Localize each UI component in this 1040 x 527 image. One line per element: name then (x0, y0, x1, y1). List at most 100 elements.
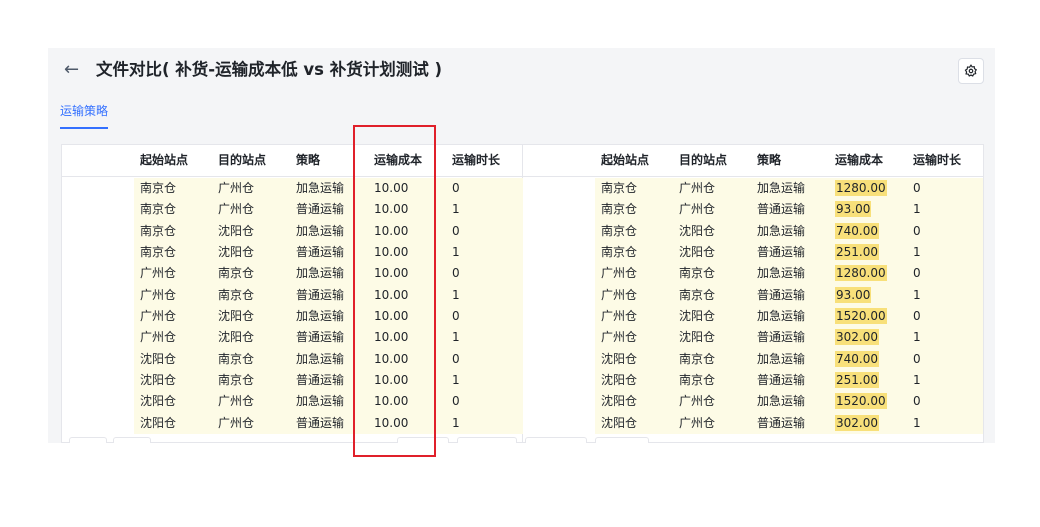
diff-highlight: 302.00 (835, 329, 879, 346)
table-cell: 沈阳仓 (218, 244, 255, 259)
table-row: 沈阳仓 广州仓 普通运输 10.00 1 (134, 413, 523, 434)
table-row: 广州仓 南京仓 加急运输 10.00 0 (134, 263, 523, 284)
footer-button[interactable] (525, 437, 587, 443)
table-cell: 沈阳仓 (140, 372, 177, 387)
table-cell: 南京仓 (218, 351, 255, 366)
table-cell: 南京仓 (679, 266, 716, 281)
table-cell: 广州仓 (601, 308, 638, 323)
table-cell: 沈阳仓 (679, 244, 716, 259)
table-row: 沈阳仓 南京仓 加急运输 740.00 0 (595, 349, 983, 370)
table-cell: 普通运输 (296, 244, 345, 259)
diff-highlight: 1520.00 (835, 393, 887, 410)
footer-button[interactable] (69, 437, 107, 443)
diff-highlight: 1280.00 (835, 180, 887, 196)
table-cell: 1 (913, 202, 921, 217)
active-tab-indicator (60, 127, 108, 129)
table-cell: 南京仓 (601, 223, 638, 238)
footer-button[interactable] (595, 437, 649, 443)
table-cell: 沈阳仓 (679, 330, 716, 345)
table-cell: 1 (452, 287, 460, 302)
table-cell: 0 (452, 181, 460, 195)
column-header: 起始站点 (140, 153, 189, 167)
table-cell: 0 (913, 308, 921, 323)
table-cell: 普通运输 (757, 415, 806, 430)
table-cell: 10.00 (374, 415, 409, 430)
table-cell: 1280.00 (835, 178, 887, 199)
settings-button[interactable] (958, 58, 984, 84)
table-row: 南京仓 沈阳仓 普通运输 10.00 1 (134, 242, 523, 263)
table-cell: 广州仓 (679, 394, 716, 409)
table-cell: 10.00 (374, 351, 409, 366)
column-header: 运输成本 (835, 153, 884, 167)
table-header: 起始站点 目的站点 策略 运输成本 运输时长 (523, 145, 983, 177)
table-cell: 沈阳仓 (601, 415, 638, 430)
table-cell: 广州仓 (140, 287, 177, 302)
table-row: 南京仓 沈阳仓 普通运输 251.00 1 (595, 242, 983, 263)
table-cell: 南京仓 (140, 244, 177, 259)
table-row: 南京仓 广州仓 加急运输 1280.00 0 (595, 178, 983, 199)
footer-button[interactable] (457, 437, 517, 443)
table-cell: 南京仓 (218, 372, 255, 387)
table-cell: 沈阳仓 (218, 223, 255, 238)
table-cell: 加急运输 (757, 181, 806, 195)
diff-highlight: 302.00 (835, 414, 879, 431)
table-cell: 加急运输 (757, 223, 806, 238)
table-cell: 1 (452, 372, 460, 387)
table-cell: 普通运输 (757, 372, 806, 387)
table-body: 南京仓 广州仓 加急运输 1280.00 0 南京仓 广州仓 普通运输 93.00 1 南京仓 沈阳仓… (595, 178, 983, 434)
table-cell: 10.00 (374, 181, 409, 195)
table-cell: 广州仓 (140, 266, 177, 281)
table-cell: 0 (452, 308, 460, 323)
table-cell: 0 (913, 181, 921, 195)
diff-highlight: 251.00 (835, 371, 879, 388)
table-cell: 1 (452, 330, 460, 345)
page-title: 文件对比( 补货-运输成本低 vs 补货计划测试 ) (96, 60, 442, 79)
table-cell: 302.00 (835, 413, 879, 434)
table-cell: 251.00 (835, 370, 879, 391)
table-cell: 沈阳仓 (140, 415, 177, 430)
table-cell: 南京仓 (601, 181, 638, 195)
table-cell: 普通运输 (296, 287, 345, 302)
table-cell: 加急运输 (296, 181, 345, 195)
table-cell: 广州仓 (218, 202, 255, 217)
table-header: 起始站点 目的站点 策略 运输成本 运输时长 (62, 145, 522, 177)
table-cell: 沈阳仓 (601, 351, 638, 366)
table-cell: 93.00 (835, 199, 872, 220)
column-header: 目的站点 (218, 153, 267, 167)
table-cell: 加急运输 (757, 266, 806, 281)
table-cell: 广州仓 (601, 266, 638, 281)
table-cell: 广州仓 (218, 181, 255, 195)
table-row: 沈阳仓 南京仓 普通运输 251.00 1 (595, 370, 983, 391)
table-cell: 加急运输 (296, 308, 345, 323)
table-cell: 加急运输 (757, 394, 806, 409)
table-row: 南京仓 广州仓 普通运输 93.00 1 (595, 199, 983, 220)
table-row: 沈阳仓 南京仓 普通运输 10.00 1 (134, 370, 523, 391)
table-cell: 广州仓 (140, 330, 177, 345)
column-header: 运输成本 (374, 153, 423, 167)
table-cell: 1 (452, 244, 460, 259)
table-row: 沈阳仓 南京仓 加急运输 10.00 0 (134, 349, 523, 370)
footer-button[interactable] (113, 437, 151, 443)
table-cell: 普通运输 (296, 330, 345, 345)
table-row: 广州仓 沈阳仓 加急运输 1520.00 0 (595, 306, 983, 327)
table-row: 沈阳仓 广州仓 加急运输 10.00 0 (134, 391, 523, 412)
arrow-left-icon[interactable]: ← (64, 58, 86, 82)
table-cell: 10.00 (374, 372, 409, 387)
table-cell: 1 (452, 415, 460, 430)
table-cell: 广州仓 (679, 181, 716, 195)
column-header: 起始站点 (601, 153, 650, 167)
table-cell: 10.00 (374, 266, 409, 281)
table-row: 广州仓 南京仓 普通运输 93.00 1 (595, 285, 983, 306)
tab-transport-strategy[interactable]: 运输策略 (60, 102, 108, 120)
table-cell: 广州仓 (140, 308, 177, 323)
diff-highlight: 251.00 (835, 243, 879, 260)
footer-button[interactable] (397, 437, 449, 443)
table-cell: 1520.00 (835, 306, 887, 327)
table-cell: 10.00 (374, 308, 409, 323)
table-cell: 1 (913, 415, 921, 430)
table-cell: 南京仓 (218, 287, 255, 302)
column-header: 策略 (296, 153, 321, 167)
table-cell: 0 (913, 266, 921, 281)
table-cell: 南京仓 (140, 202, 177, 217)
table-cell: 南京仓 (218, 266, 255, 281)
